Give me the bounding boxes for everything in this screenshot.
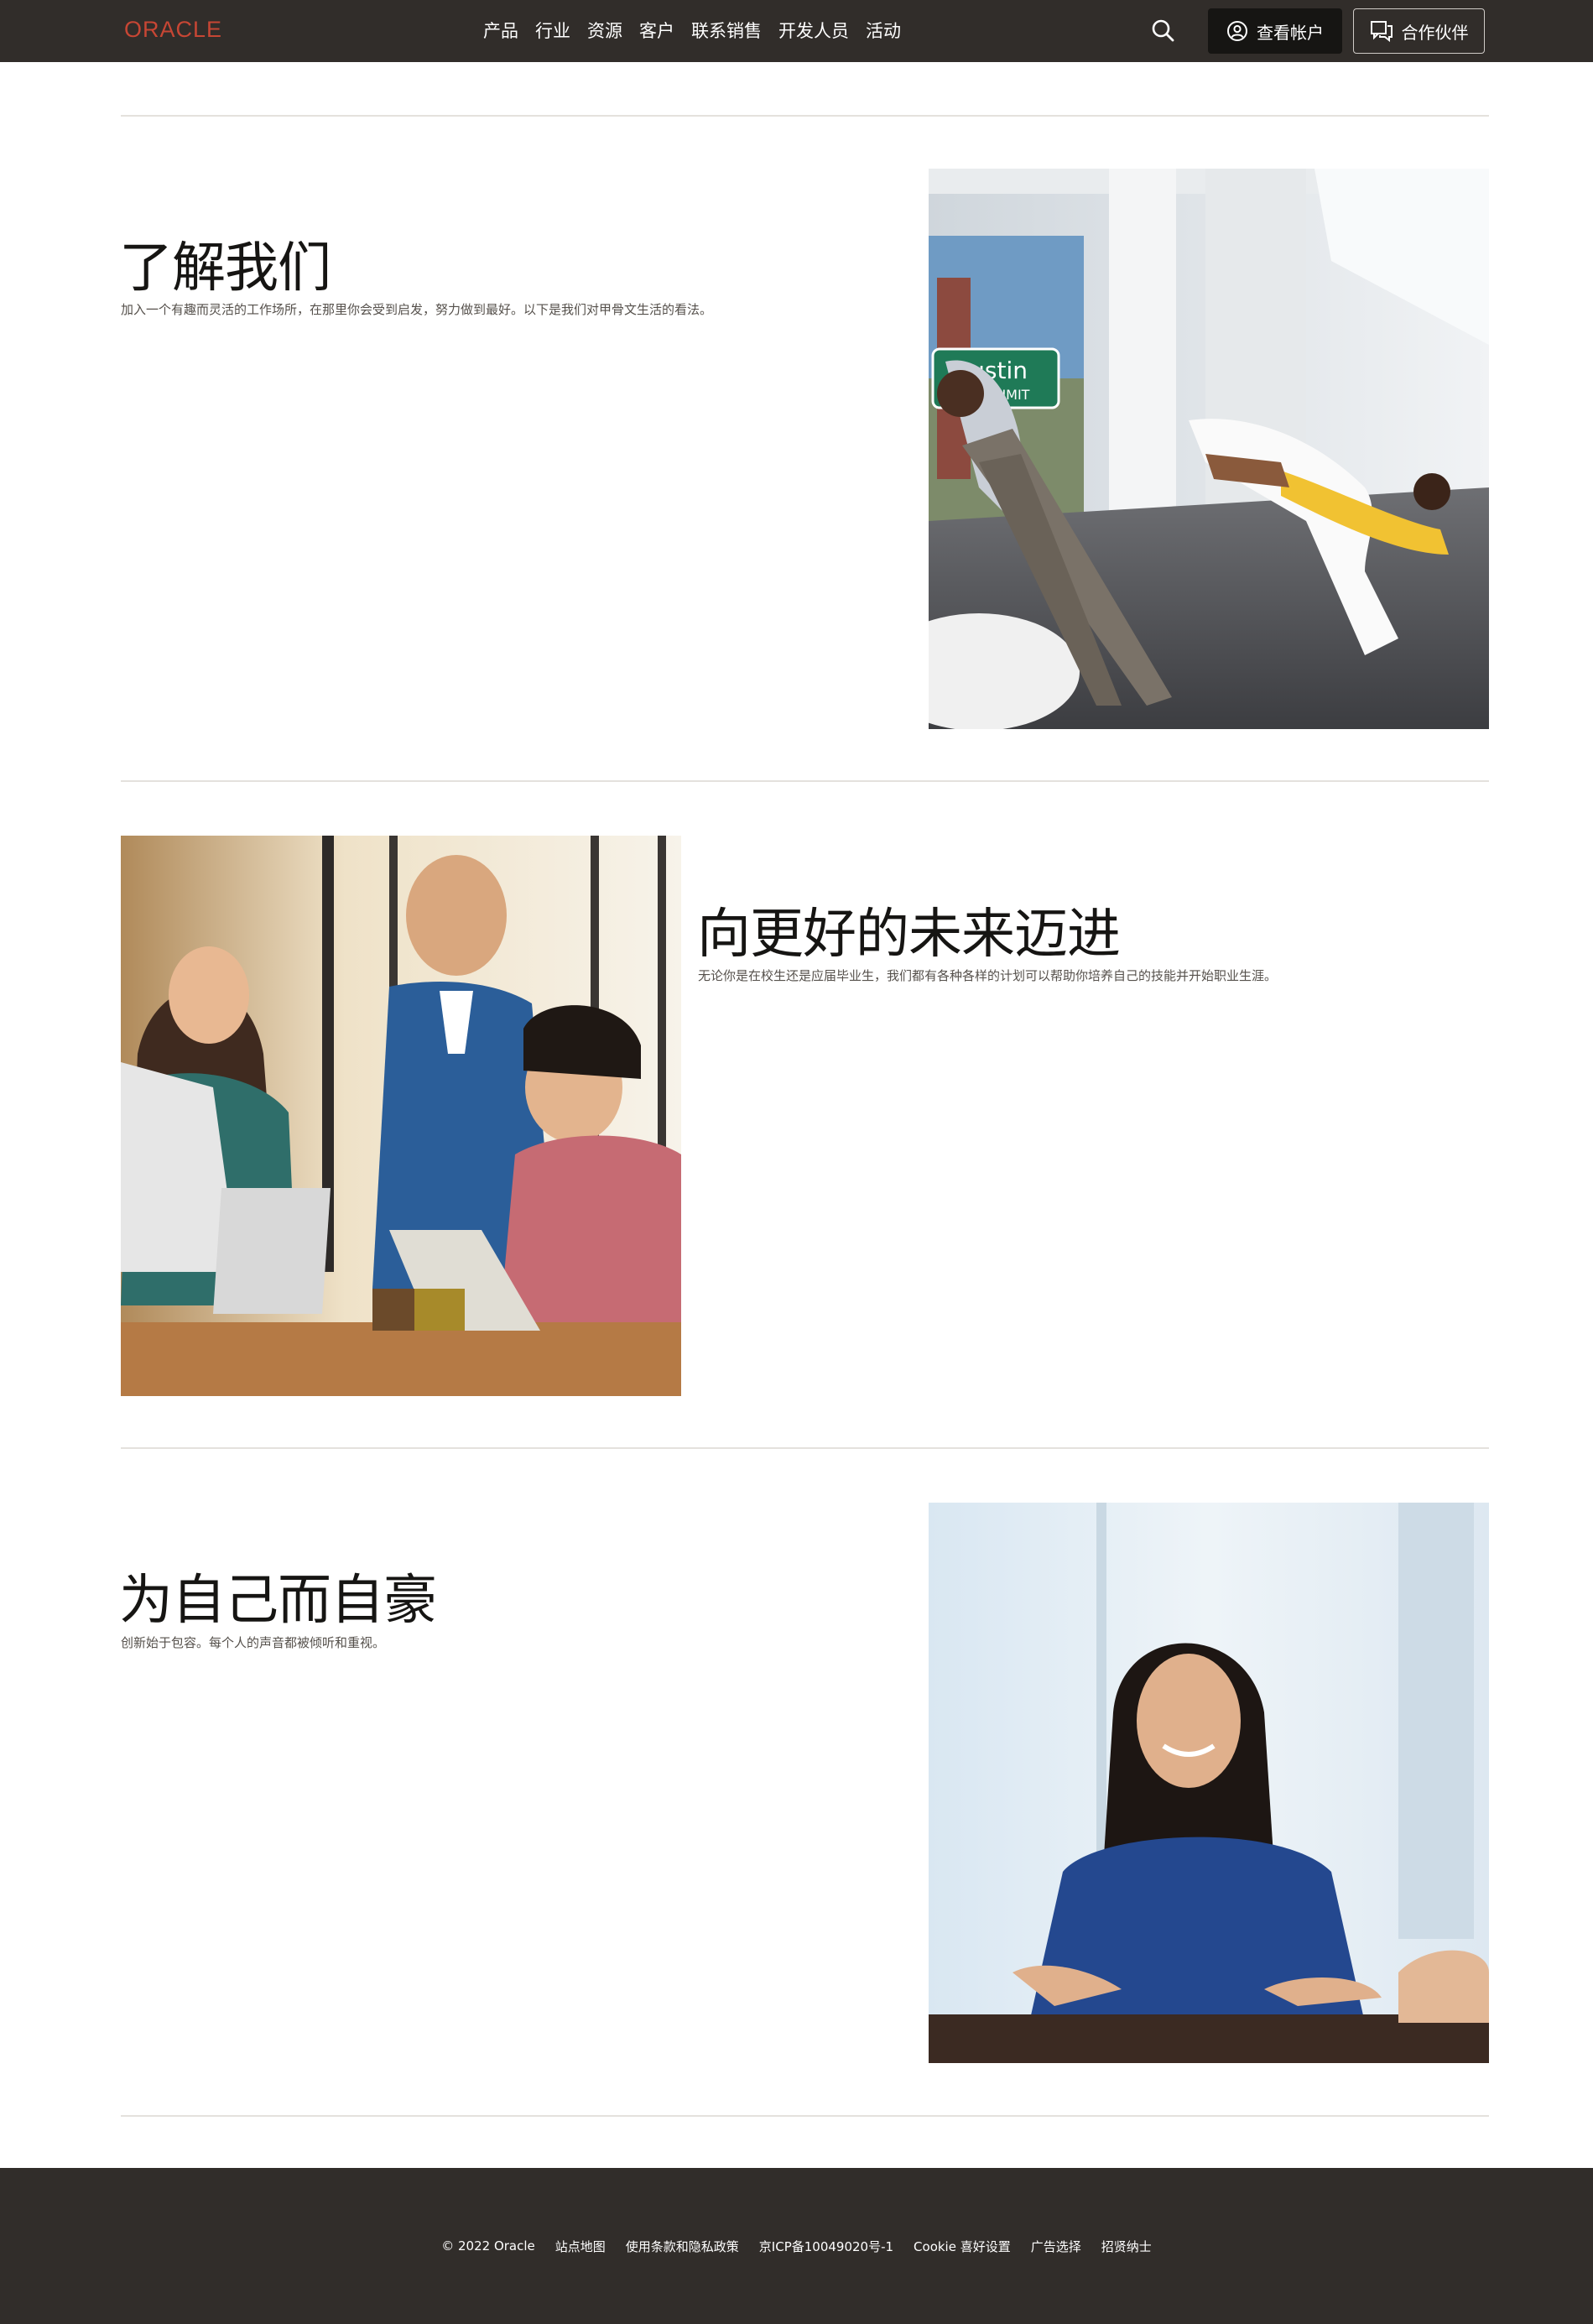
section-divider bbox=[121, 2115, 1489, 2117]
footer-link-cookie-preferences[interactable]: Cookie 喜好设置 bbox=[914, 2238, 1011, 2255]
section-divider bbox=[121, 780, 1489, 782]
chat-bubbles-icon bbox=[1370, 21, 1393, 42]
section-title-be-proud: 为自己而自豪 bbox=[119, 1570, 437, 1632]
view-account-label: 查看帐户 bbox=[1257, 22, 1324, 43]
section-description-about-us: 加入一个有趣而灵活的工作场所，在那里你会受到启发，努力做到最好。以下是我们对甲骨… bbox=[121, 302, 713, 317]
section-title-better-future: 向更好的未来迈进 bbox=[697, 904, 1121, 966]
nav-item-events[interactable]: 活动 bbox=[866, 0, 901, 62]
copyright-text: © 2022 Oracle bbox=[441, 2238, 535, 2254]
partners-button[interactable]: 合作伙伴 bbox=[1353, 8, 1485, 54]
oracle-logo[interactable]: ORACLE bbox=[124, 17, 258, 44]
smiling-woman-photo bbox=[929, 1503, 1489, 2063]
team-meeting-photo bbox=[121, 836, 681, 1396]
partners-label: 合作伙伴 bbox=[1401, 22, 1469, 43]
top-navigation-bar: ORACLE 产品 行业 资源 客户 联系销售 开发人员 活动 查看帐户 合作伙… bbox=[0, 0, 1593, 62]
site-footer: © 2022 Oracle 站点地图 使用条款和隐私政策 京ICP备100490… bbox=[0, 2168, 1593, 2324]
section-title-about-us: 了解我们 bbox=[119, 237, 331, 300]
view-account-button[interactable]: 查看帐户 bbox=[1208, 8, 1342, 54]
nav-item-developers[interactable]: 开发人员 bbox=[778, 0, 849, 62]
section-divider bbox=[121, 1447, 1489, 1449]
search-button[interactable] bbox=[1149, 17, 1178, 45]
footer-link-terms-privacy[interactable]: 使用条款和隐私政策 bbox=[626, 2238, 739, 2255]
footer-link-icp-license[interactable]: 京ICP备10049020号-1 bbox=[759, 2238, 893, 2255]
footer-link-ad-choices[interactable]: 广告选择 bbox=[1031, 2238, 1081, 2255]
oracle-logo-wordmark: ORACLE bbox=[124, 17, 222, 42]
section-divider bbox=[121, 115, 1489, 117]
footer-link-sitemap[interactable]: 站点地图 bbox=[555, 2238, 606, 2255]
office-lounge-photo: Austin CITY LIMIT bbox=[929, 169, 1489, 729]
section-description-be-proud: 创新始于包容。每个人的声音都被倾听和重视。 bbox=[121, 1635, 386, 1650]
nav-item-contact-sales[interactable]: 联系销售 bbox=[691, 0, 762, 62]
user-circle-icon bbox=[1227, 21, 1247, 41]
nav-item-resources[interactable]: 资源 bbox=[587, 0, 622, 62]
svg-text:ORACLE: ORACLE bbox=[124, 18, 222, 40]
nav-item-customers[interactable]: 客户 bbox=[639, 0, 674, 62]
section-description-better-future: 无论你是在校生还是应届毕业生，我们都有各种各样的计划可以帮助你培养自己的技能并开… bbox=[698, 968, 1278, 983]
search-icon bbox=[1152, 19, 1174, 42]
footer-link-careers[interactable]: 招贤纳士 bbox=[1101, 2238, 1152, 2255]
main-nav: 产品 行业 资源 客户 联系销售 开发人员 活动 bbox=[483, 0, 901, 62]
footer-links: © 2022 Oracle 站点地图 使用条款和隐私政策 京ICP备100490… bbox=[0, 2168, 1593, 2324]
nav-item-products[interactable]: 产品 bbox=[483, 0, 518, 62]
nav-item-industries[interactable]: 行业 bbox=[535, 0, 570, 62]
